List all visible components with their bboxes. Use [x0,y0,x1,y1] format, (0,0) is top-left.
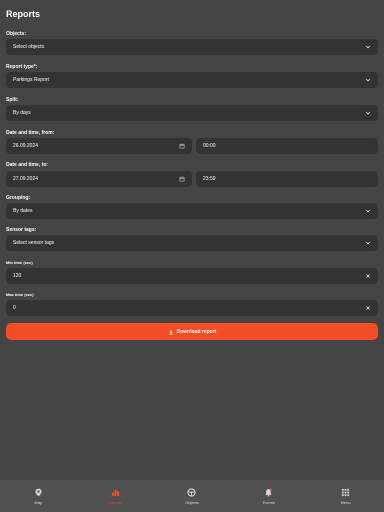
nav-item-label: Map [34,499,43,505]
nav-item-label: Menu [340,499,351,505]
nav-item-events[interactable]: Events [230,480,307,512]
min-time-input[interactable]: 120 [6,268,378,284]
steering-wheel-icon [187,487,197,497]
report-type-select[interactable]: Parkings Report [6,72,378,88]
chevron-down-icon [365,241,371,245]
from-label: Date and time, from: [6,130,55,136]
map-pin-icon [35,488,42,496]
report-type-label: Report type*: [6,64,38,70]
nav-item-label: Objects [185,499,199,505]
objects-select[interactable]: Select objects [6,39,378,55]
grouping-label: Grouping: [6,195,31,201]
chevron-down-icon [365,209,371,213]
calendar-icon[interactable] [179,143,185,149]
objects-label: Objects: [6,31,27,37]
to-date-input[interactable]: 27.09.2024 [6,171,192,187]
from-date-value: 26.09.2024 [13,143,39,149]
download-report-button[interactable]: Download report [6,323,378,340]
sensor-tags-select-value: Select sensor tags [13,240,55,246]
bottom-nav: Map Reports Objects Events Menu [0,480,384,512]
split-select-value: By days [13,110,31,116]
grouping-select[interactable]: By dates [6,203,378,219]
download-icon [168,329,173,334]
reports-icon [111,489,119,496]
to-time-value: 23:59 [203,176,216,182]
sensor-tags-label: Sensor tags: [6,227,37,233]
report-type-select-value: Parkings Report [13,77,49,83]
grouping-select-value: By dates [13,208,33,214]
page-title: Reports [6,9,41,19]
nav-item-label: Events [262,499,275,505]
to-label: Date and time, to: [6,162,48,168]
to-time-input[interactable]: 23:59 [196,171,378,187]
chevron-down-icon [365,78,371,82]
nav-item-reports[interactable]: Reports [77,480,154,512]
nav-item-objects[interactable]: Objects [154,480,231,512]
max-time-input[interactable]: 0 [6,300,378,316]
download-report-label: Download report [176,328,217,335]
split-label: Split: [6,97,19,103]
calendar-icon[interactable] [179,176,185,182]
max-time-label: Max time (sec) [6,292,34,297]
from-time-input[interactable]: 00:00 [196,138,378,154]
grid-icon [341,488,350,496]
to-date-value: 27.09.2024 [13,176,39,182]
chevron-down-icon [365,45,371,49]
nav-item-map[interactable]: Map [0,480,77,512]
max-time-value: 0 [13,305,16,311]
objects-select-value: Select objects [13,44,45,50]
clear-icon[interactable] [365,305,371,311]
nav-item-label: Reports [108,499,123,505]
chevron-down-icon [365,111,371,115]
split-select[interactable]: By days [6,105,378,121]
clear-icon[interactable] [365,273,371,279]
min-time-label: Min time (sec) [6,260,33,265]
bell-icon [265,488,273,496]
from-time-value: 00:00 [203,143,216,149]
from-date-input[interactable]: 26.09.2024 [6,138,192,154]
nav-item-menu[interactable]: Menu [307,480,384,512]
min-time-value: 120 [13,273,22,279]
sensor-tags-select[interactable]: Select sensor tags [6,235,378,251]
